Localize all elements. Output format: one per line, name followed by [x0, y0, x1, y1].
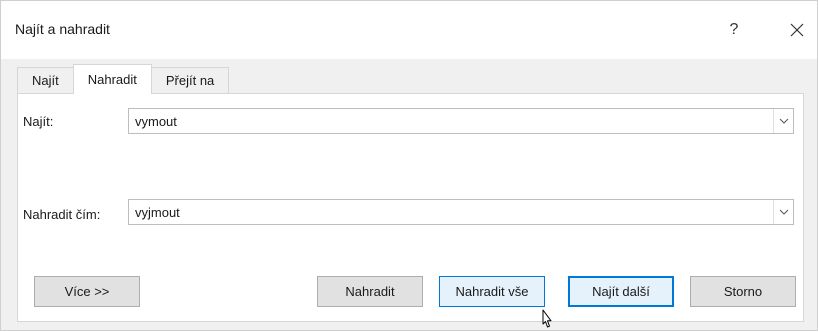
replace-combobox[interactable]: [128, 199, 794, 225]
chevron-down-icon: [779, 118, 788, 124]
find-dropdown-button[interactable]: [773, 109, 793, 133]
tab-strip: Najít Nahradit Přejít na: [17, 64, 230, 94]
replace-all-button[interactable]: Nahradit vše: [439, 276, 545, 307]
close-button[interactable]: [781, 15, 813, 45]
tab-label: Přejít na: [165, 73, 215, 88]
close-icon: [790, 23, 804, 37]
find-input[interactable]: [129, 109, 773, 133]
find-replace-dialog: Najít a nahradit ? Najít Nahradit Přejít…: [0, 0, 818, 331]
tab-goto[interactable]: Přejít na: [150, 67, 230, 93]
find-next-button[interactable]: Najít další: [568, 276, 674, 307]
more-button[interactable]: Více >>: [34, 276, 140, 307]
help-button[interactable]: ?: [719, 15, 749, 45]
tab-label: Najít: [32, 73, 59, 88]
button-label: Najít další: [592, 284, 650, 299]
replace-input[interactable]: [129, 200, 773, 224]
replace-button[interactable]: Nahradit: [317, 276, 423, 307]
button-label: Nahradit: [345, 284, 395, 299]
replace-dropdown-button[interactable]: [773, 200, 793, 224]
tab-find[interactable]: Najít: [17, 67, 74, 93]
chevron-down-icon: [779, 209, 788, 215]
title-bar: Najít a nahradit ?: [1, 1, 817, 59]
replace-panel: Najít: Nahradit čím: Více: [17, 93, 804, 322]
replace-label: Nahradit čím:: [23, 207, 101, 222]
dialog-body: Najít Nahradit Přejít na Najít: Nahradit…: [1, 59, 817, 330]
dialog-title: Najít a nahradit: [15, 21, 110, 37]
tab-replace[interactable]: Nahradit: [72, 64, 152, 94]
cancel-button[interactable]: Storno: [690, 276, 796, 307]
button-label: Nahradit vše: [455, 284, 529, 299]
button-label: Storno: [723, 284, 763, 299]
find-combobox[interactable]: [128, 108, 794, 134]
tab-label: Nahradit: [87, 72, 137, 87]
help-icon: ?: [729, 21, 739, 38]
mouse-pointer-icon: [542, 309, 552, 328]
button-label: Více >>: [64, 284, 110, 299]
find-label: Najít:: [23, 114, 54, 129]
